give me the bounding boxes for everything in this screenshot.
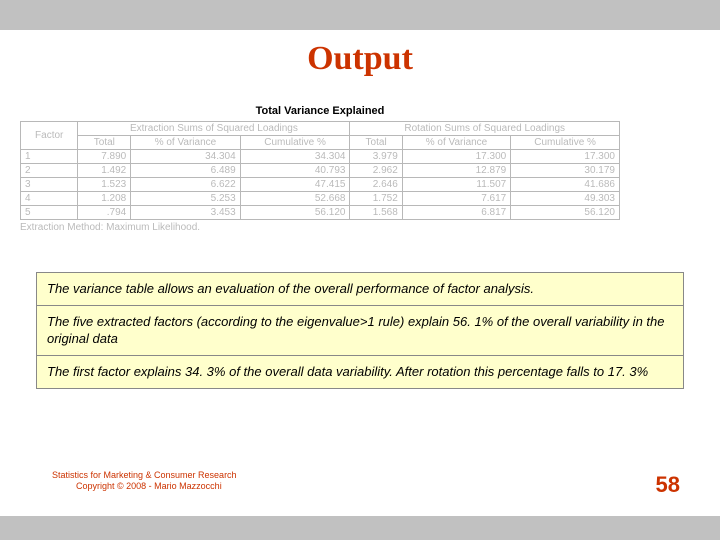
cell: 30.179 bbox=[511, 164, 620, 178]
cell: 2.646 bbox=[350, 178, 402, 192]
cell: 1.752 bbox=[350, 192, 402, 206]
col-e-cum: Cumulative % bbox=[240, 136, 350, 150]
commentary-p1: The variance table allows an evaluation … bbox=[37, 273, 683, 306]
slide-content: Output Total Variance Explained Factor E… bbox=[0, 40, 720, 526]
cell: 47.415 bbox=[240, 178, 350, 192]
variance-table-wrap: Total Variance Explained Factor Extracti… bbox=[20, 105, 620, 233]
col-factor: Factor bbox=[21, 122, 78, 150]
cell: 5.253 bbox=[131, 192, 240, 206]
cell: .794 bbox=[78, 206, 131, 220]
cell: 40.793 bbox=[240, 164, 350, 178]
table-row: 5 .794 3.453 56.120 1.568 6.817 56.120 bbox=[21, 206, 620, 220]
table-row: 3 1.523 6.622 47.415 2.646 11.507 41.686 bbox=[21, 178, 620, 192]
col-group-extraction: Extraction Sums of Squared Loadings bbox=[78, 122, 350, 136]
footer-credits: Statistics for Marketing & Consumer Rese… bbox=[52, 470, 237, 492]
cell: 49.303 bbox=[511, 192, 620, 206]
cell: 6.622 bbox=[131, 178, 240, 192]
cell: 12.879 bbox=[402, 164, 510, 178]
cell: 3.453 bbox=[131, 206, 240, 220]
commentary-p3: The first factor explains 34. 3% of the … bbox=[37, 356, 683, 388]
cell: 1.568 bbox=[350, 206, 402, 220]
cell: 17.300 bbox=[402, 150, 510, 164]
cell: 52.668 bbox=[240, 192, 350, 206]
cell: 41.686 bbox=[511, 178, 620, 192]
table-row: 4 1.208 5.253 52.668 1.752 7.617 49.303 bbox=[21, 192, 620, 206]
commentary-box: The variance table allows an evaluation … bbox=[36, 272, 684, 389]
col-e-total: Total bbox=[78, 136, 131, 150]
cell: 7.890 bbox=[78, 150, 131, 164]
col-r-cum: Cumulative % bbox=[511, 136, 620, 150]
cell: 34.304 bbox=[131, 150, 240, 164]
footer-line2: Copyright © 2008 - Mario Mazzocchi bbox=[52, 481, 237, 492]
cell: 7.617 bbox=[402, 192, 510, 206]
cell: 56.120 bbox=[240, 206, 350, 220]
cell-factor: 1 bbox=[21, 150, 78, 164]
cell: 1.492 bbox=[78, 164, 131, 178]
table-row: 1 7.890 34.304 34.304 3.979 17.300 17.30… bbox=[21, 150, 620, 164]
cell: 34.304 bbox=[240, 150, 350, 164]
cell: 1.208 bbox=[78, 192, 131, 206]
footer-line1: Statistics for Marketing & Consumer Rese… bbox=[52, 470, 237, 480]
cell: 6.489 bbox=[131, 164, 240, 178]
cell-factor: 2 bbox=[21, 164, 78, 178]
table-row: 2 1.492 6.489 40.793 2.962 12.879 30.179 bbox=[21, 164, 620, 178]
table-caption: Total Variance Explained bbox=[20, 105, 620, 117]
cell: 6.817 bbox=[402, 206, 510, 220]
cell: 1.523 bbox=[78, 178, 131, 192]
cell: 3.979 bbox=[350, 150, 402, 164]
cell-factor: 4 bbox=[21, 192, 78, 206]
cell: 56.120 bbox=[511, 206, 620, 220]
col-r-pct: % of Variance bbox=[402, 136, 510, 150]
cell-factor: 3 bbox=[21, 178, 78, 192]
window-top-bar bbox=[0, 0, 720, 30]
col-r-total: Total bbox=[350, 136, 402, 150]
cell-factor: 5 bbox=[21, 206, 78, 220]
window-bottom-bar bbox=[0, 516, 720, 540]
cell: 2.962 bbox=[350, 164, 402, 178]
col-group-rotation: Rotation Sums of Squared Loadings bbox=[350, 122, 620, 136]
page-number: 58 bbox=[656, 472, 680, 498]
cell: 17.300 bbox=[511, 150, 620, 164]
cell: 11.507 bbox=[402, 178, 510, 192]
col-e-pct: % of Variance bbox=[131, 136, 240, 150]
slide-title: Output bbox=[0, 40, 720, 78]
extraction-method-note: Extraction Method: Maximum Likelihood. bbox=[20, 222, 620, 233]
variance-table: Factor Extraction Sums of Squared Loadin… bbox=[20, 121, 620, 220]
commentary-p2: The five extracted factors (according to… bbox=[37, 306, 683, 356]
